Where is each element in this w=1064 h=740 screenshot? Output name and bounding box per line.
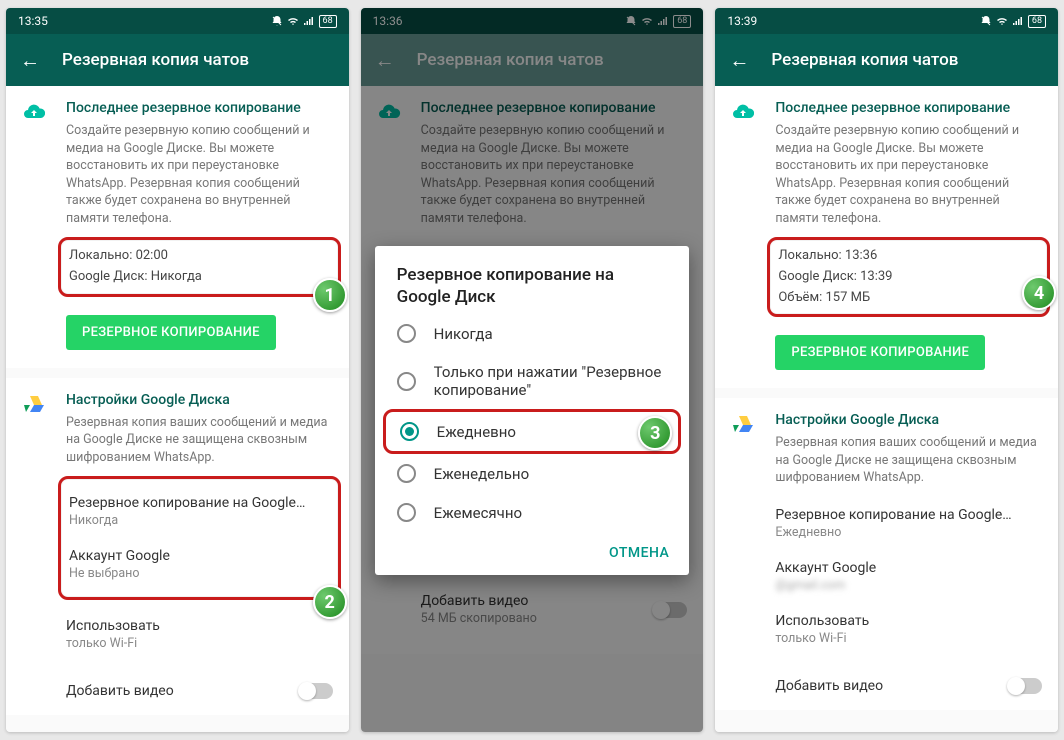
section-heading: Настройки Google Диска [775, 412, 1042, 428]
phone-screenshot-2: 13:36 68 ← Резервная копия чатов Последн… [361, 8, 704, 732]
wifi-icon [996, 15, 1008, 27]
radio-icon [397, 372, 416, 391]
status-time: 13:39 [727, 14, 757, 28]
status-bar: 13:39 68 [715, 8, 1058, 34]
radio-icon [397, 324, 416, 343]
radio-icon [397, 503, 416, 522]
radio-icon [397, 464, 416, 483]
section-heading: Последнее резервное копирование [66, 100, 333, 116]
network-setting[interactable]: Использовать только Wi-Fi [775, 603, 1042, 656]
backup-button[interactable]: РЕЗЕРВНОЕ КОПИРОВАНИЕ [66, 315, 276, 350]
highlight-box-2: Резервное копирование на Google… Никогда… [58, 476, 341, 600]
callout-badge-4: 4 [1022, 276, 1056, 310]
radio-option-never[interactable]: Никогда [383, 314, 682, 353]
backup-to-google-setting[interactable]: Резервное копирование на Google… Никогда [69, 485, 330, 538]
status-icons: 68 [980, 15, 1046, 28]
section-desc: Создайте резервную копию сообщений и мед… [775, 122, 1042, 227]
highlight-box-4: Локально: 13:36 Google Диск: 13:39 Объём… [767, 237, 1050, 317]
dialog-title: Резервное копирование на Google Диск [383, 264, 682, 314]
back-icon[interactable]: ← [729, 48, 749, 73]
wifi-icon [287, 15, 299, 27]
gdrive-backup-time: Google Диск: 13:39 [778, 267, 1039, 288]
account-email-blurred: @gmail.com [775, 578, 1042, 593]
callout-badge-3: 3 [638, 416, 672, 450]
app-bar-title: Резервная копия чатов [62, 50, 249, 70]
backup-button[interactable]: РЕЗЕРВНОЕ КОПИРОВАНИЕ [775, 335, 985, 370]
section-desc: Резервная копия ваших сообщений и медиа … [66, 414, 333, 467]
local-backup-time: Локально: 13:36 [778, 246, 1039, 267]
dnd-icon [271, 15, 283, 27]
gdrive-settings-section: Настройки Google Диска Резервная копия в… [6, 378, 349, 668]
highlight-box-1: Локально: 02:00 Google Диск: Никогда [58, 237, 341, 297]
signal-icon [303, 15, 315, 27]
radio-option-monthly[interactable]: Ежемесячно [383, 493, 682, 532]
gdrive-icon [731, 412, 755, 436]
backup-to-google-setting[interactable]: Резервное копирование на Google… Ежеднев… [775, 497, 1042, 550]
radio-option-daily[interactable]: Ежедневно 3 [383, 409, 682, 454]
local-backup-time: Локально: 02:00 [69, 246, 330, 267]
status-icons: 68 [271, 15, 337, 28]
section-desc: Создайте резервную копию сообщений и мед… [66, 122, 333, 227]
cloud-upload-icon [22, 100, 46, 124]
app-bar-title: Резервная копия чатов [771, 50, 958, 70]
section-heading: Настройки Google Диска [66, 392, 333, 408]
signal-icon [1012, 15, 1024, 27]
battery-icon: 68 [319, 15, 337, 28]
app-bar: ← Резервная копия чатов [715, 34, 1058, 86]
phone-screenshot-1: 13:35 68 ← Резервная копия чатов Последн… [6, 8, 349, 732]
google-account-setting[interactable]: Аккаунт Google @gmail.com [775, 550, 1042, 603]
last-backup-section: Последнее резервное копирование Создайте… [715, 86, 1058, 388]
network-setting[interactable]: Использовать только Wi-Fi [66, 608, 333, 661]
status-bar: 13:35 68 [6, 8, 349, 34]
battery-icon: 68 [1028, 15, 1046, 28]
callout-badge-2: 2 [313, 585, 347, 619]
back-icon[interactable]: ← [20, 48, 40, 73]
include-video-setting[interactable]: Добавить видео [6, 667, 349, 715]
radio-option-weekly[interactable]: Еженедельно [383, 454, 682, 493]
backup-frequency-dialog: Резервное копирование на Google Диск Ник… [375, 246, 690, 575]
toggle-switch[interactable] [1008, 678, 1042, 694]
callout-badge-1: 1 [313, 278, 347, 312]
cloud-upload-icon [731, 100, 755, 124]
status-time: 13:35 [18, 14, 48, 28]
gdrive-settings-section: Настройки Google Диска Резервная копия в… [715, 398, 1058, 662]
radio-option-onpress[interactable]: Только при нажатии "Резервное копировани… [383, 353, 682, 409]
radio-icon-checked [400, 422, 419, 441]
phone-screenshot-3: 13:39 68 ← Резервная копия чатов Последн… [715, 8, 1058, 732]
backup-size: Объём: 157 МБ [778, 288, 1039, 309]
include-video-setting[interactable]: Добавить видео [715, 662, 1058, 710]
last-backup-section: Последнее резервное копирование Создайте… [6, 86, 349, 368]
gdrive-icon [22, 392, 46, 416]
section-desc: Резервная копия ваших сообщений и медиа … [775, 434, 1042, 487]
toggle-switch[interactable] [299, 683, 333, 699]
dialog-cancel-button[interactable]: ОТМЕНА [609, 545, 669, 561]
app-bar: ← Резервная копия чатов [6, 34, 349, 86]
dnd-icon [980, 15, 992, 27]
section-heading: Последнее резервное копирование [775, 100, 1042, 116]
google-account-setting[interactable]: Аккаунт Google Не выбрано [69, 538, 330, 591]
gdrive-backup-time: Google Диск: Никогда [69, 267, 330, 288]
